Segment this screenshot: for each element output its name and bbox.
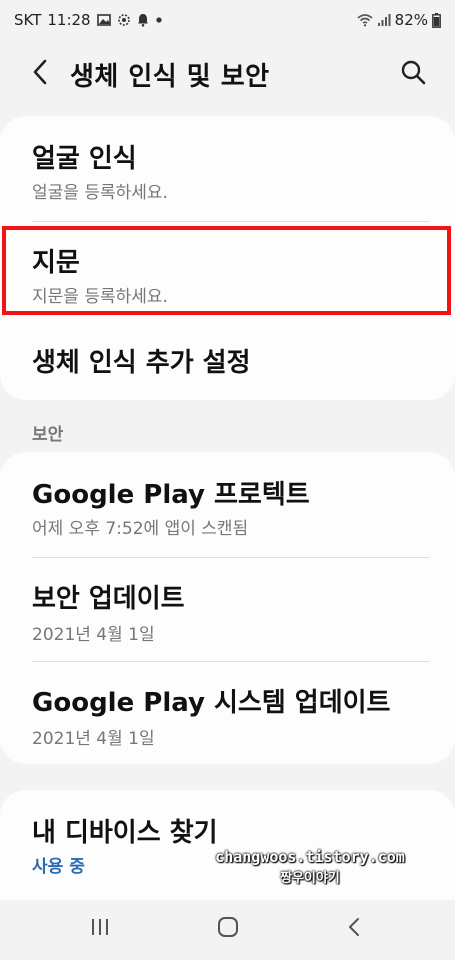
watermark-url: changwoos.tistory.com — [215, 848, 405, 866]
dot-icon — [155, 16, 163, 24]
highlight-box — [2, 226, 451, 315]
gallery-icon — [96, 14, 111, 26]
row-title: 내 디바이스 찾기 — [32, 818, 218, 848]
app-header: 생체 인식 및 보안 — [0, 42, 455, 106]
battery-icon — [432, 12, 441, 28]
row-subtitle: 2021년 4월 1일 — [32, 625, 155, 645]
carrier-label: SKT — [14, 11, 42, 29]
back-arrow-icon — [31, 58, 49, 90]
nav-back-icon — [347, 917, 361, 941]
wifi-icon — [357, 13, 373, 27]
search-button[interactable] — [395, 54, 431, 94]
row-title: Google Play 시스템 업데이트 — [32, 688, 391, 718]
recents-icon — [90, 918, 110, 940]
row-title: 얼굴 인식 — [32, 144, 137, 174]
navigation-bar — [0, 900, 455, 960]
row-subtitle: 2021년 4월 1일 — [32, 729, 155, 749]
row-title: Google Play 프로텍트 — [32, 480, 310, 510]
list-item-face-recognition[interactable]: 얼굴 인식 얼굴을 등록하세요. — [0, 116, 455, 220]
list-item-play-system-update[interactable]: Google Play 시스템 업데이트 2021년 4월 1일 — [0, 662, 455, 764]
back-button[interactable] — [24, 54, 56, 94]
home-icon — [217, 916, 239, 942]
recents-button[interactable] — [76, 914, 124, 944]
page-title: 생체 인식 및 보안 — [70, 62, 270, 92]
battery-percent: 82% — [394, 11, 428, 29]
watermark-name: 짱우이야기 — [280, 871, 340, 886]
home-button[interactable] — [204, 914, 252, 944]
status-bar: SKT 11:28 82% — [0, 0, 455, 42]
row-subtitle: 얼굴을 등록하세요. — [32, 183, 168, 203]
row-subtitle: 어제 오후 7:52에 앱이 스캔됨 — [32, 519, 249, 539]
watermark: changwoos.tistory.com 짱우이야기 — [210, 848, 410, 886]
list-item-security-update[interactable]: 보안 업데이트 2021년 4월 1일 — [0, 558, 455, 660]
search-icon — [400, 59, 426, 89]
list-item-biometric-settings[interactable]: 생체 인식 추가 설정 — [0, 318, 455, 400]
nav-back-button[interactable] — [330, 914, 378, 944]
row-title: 보안 업데이트 — [32, 584, 185, 614]
notification-icon — [137, 13, 149, 27]
signal-icon — [377, 13, 391, 27]
row-title: 생체 인식 추가 설정 — [32, 348, 251, 378]
row-status: 사용 중 — [32, 857, 85, 877]
section-label-security: 보안 — [32, 425, 64, 445]
list-item-play-protect[interactable]: Google Play 프로텍트 어제 오후 7:52에 앱이 스캔됨 — [0, 452, 455, 556]
security-card: Google Play 프로텍트 어제 오후 7:52에 앱이 스캔됨 보안 업… — [0, 452, 455, 764]
clock: 11:28 — [47, 11, 91, 29]
sync-icon — [117, 13, 131, 27]
